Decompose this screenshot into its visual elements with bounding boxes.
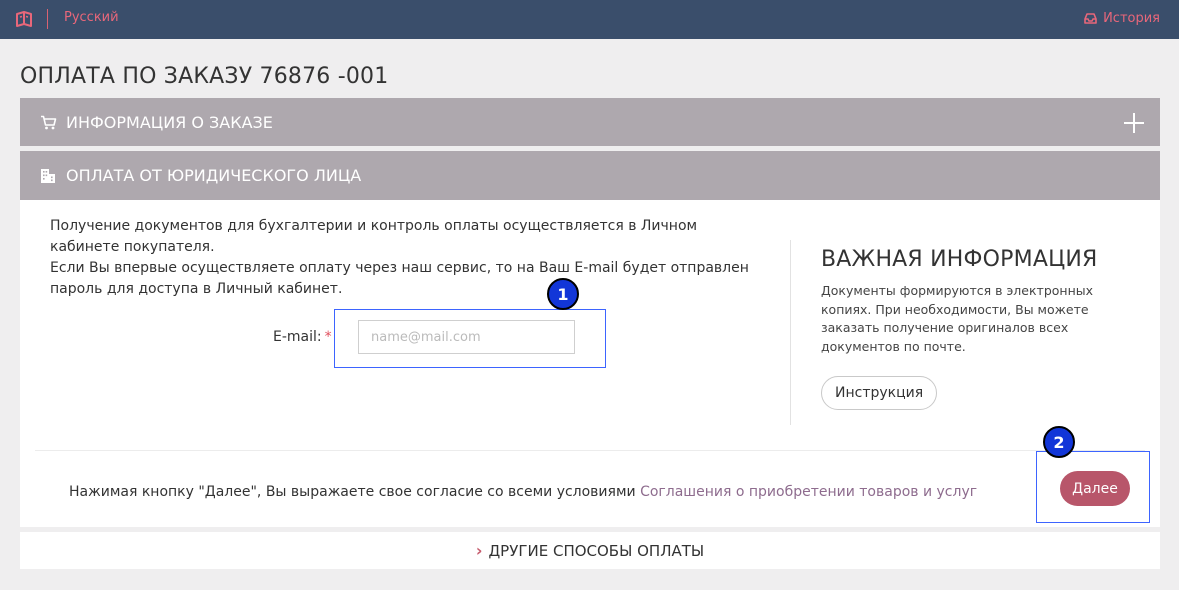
important-info-text: Документы формируются в электронных копи… bbox=[821, 283, 1094, 354]
order-info-panel-header[interactable]: ИНФОРМАЦИЯ О ЗАКАЗЕ bbox=[20, 98, 1160, 146]
horizontal-divider bbox=[35, 450, 1145, 451]
important-info-title: ВАЖНАЯ ИНФОРМАЦИЯ bbox=[821, 247, 1098, 272]
other-payment-methods[interactable]: › ДРУГИЕ СПОСОБЫ ОПЛАТЫ bbox=[20, 532, 1160, 569]
header-divider bbox=[47, 9, 48, 29]
email-label-text: E-mail: bbox=[273, 329, 322, 345]
annotation-marker-1: 1 bbox=[547, 278, 579, 310]
description-line-2: Если Вы впервые осуществляете оплату чер… bbox=[50, 260, 749, 297]
instruction-button[interactable]: Инструкция bbox=[821, 376, 938, 410]
page-title: ОПЛАТА ПО ЗАКАЗУ 76876 -001 bbox=[20, 64, 389, 89]
top-bar: Русский История bbox=[0, 0, 1179, 39]
cart-icon bbox=[40, 113, 58, 131]
plus-icon[interactable] bbox=[1124, 113, 1144, 133]
history-label: История bbox=[1103, 11, 1160, 26]
required-mark: * bbox=[324, 329, 332, 345]
highlight-box-1 bbox=[334, 309, 606, 368]
history-link[interactable]: История bbox=[1084, 11, 1160, 26]
order-info-label: ИНФОРМАЦИЯ О ЗАКАЗЕ bbox=[66, 112, 273, 132]
legal-entity-label: ОПЛАТА ОТ ЮРИДИЧЕСКОГО ЛИЦА bbox=[66, 166, 362, 185]
description-text: Получение документов для бухгалтерии и к… bbox=[50, 216, 750, 300]
chevron-right-icon: › bbox=[475, 541, 483, 560]
inbox-icon bbox=[1084, 13, 1097, 24]
language-selector[interactable]: Русский bbox=[64, 10, 119, 25]
book-icon[interactable] bbox=[14, 9, 34, 29]
description-line-1: Получение документов для бухгалтерии и к… bbox=[50, 218, 698, 255]
legal-entity-panel-header: ОПЛАТА ОТ ЮРИДИЧЕСКОГО ЛИЦА bbox=[20, 151, 1160, 200]
agreement-link[interactable]: Соглашения о приобретении товаров и услу… bbox=[640, 484, 977, 500]
annotation-marker-2: 2 bbox=[1043, 426, 1075, 458]
building-icon bbox=[40, 167, 58, 185]
other-payment-methods-label: ДРУГИЕ СПОСОБЫ ОПЛАТЫ bbox=[488, 541, 705, 560]
highlight-box-2 bbox=[1036, 451, 1150, 523]
email-label: E-mail: * bbox=[273, 329, 332, 345]
vertical-divider bbox=[790, 240, 791, 425]
agreement-prefix: Нажимая кнопку "Далее", Вы выражаете сво… bbox=[69, 484, 641, 500]
agreement-text: Нажимая кнопку "Далее", Вы выражаете сво… bbox=[69, 484, 977, 500]
